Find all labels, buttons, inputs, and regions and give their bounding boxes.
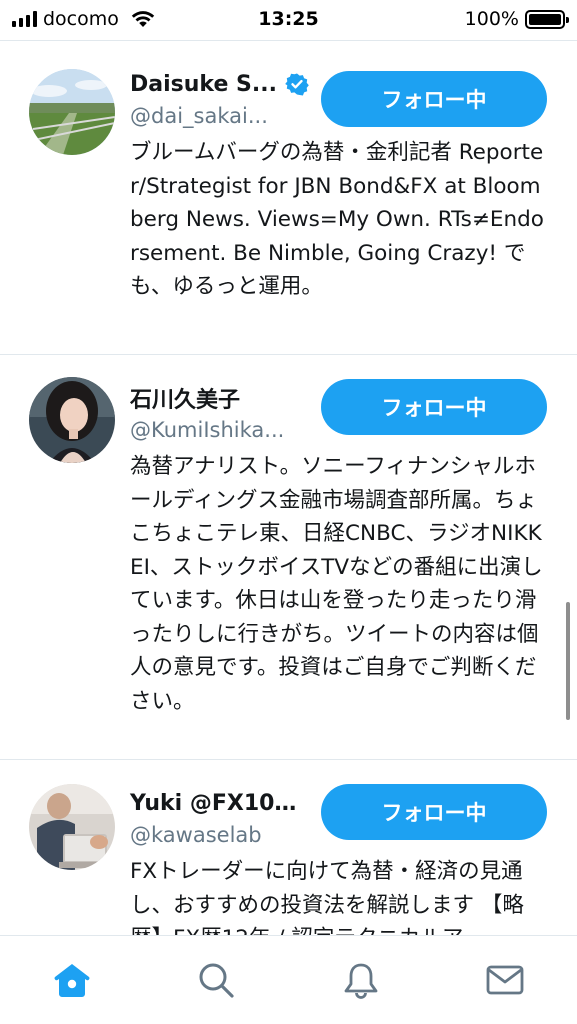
- verified-badge-icon: [285, 73, 309, 96]
- home-icon: [54, 964, 90, 997]
- tab-search[interactable]: [191, 960, 241, 1004]
- following-button[interactable]: フォロー中: [321, 379, 547, 435]
- battery-level: [529, 13, 561, 25]
- avatar[interactable]: [29, 784, 115, 870]
- display-name[interactable]: 石川久美子: [130, 382, 240, 414]
- user-list[interactable]: Daisuke S... @dai_sakai... ブルームバーグの為替・金利…: [0, 41, 577, 935]
- tab-notifications[interactable]: [336, 960, 386, 1004]
- user-bio: 為替アナリスト。ソニーフィナンシャルホールディングス金融市場調査部所属。ちょこち…: [130, 454, 543, 714]
- user-card[interactable]: Yuki @FX10… @kawaselab FXトレーダーに向けて為替・経済の…: [0, 760, 577, 935]
- user-bio: FXトレーダーに向けて為替・経済の見通し、おすすめの投資法を解説します 【略歴】…: [130, 859, 524, 935]
- wifi-icon: [131, 11, 155, 27]
- user-card[interactable]: Daisuke S... @dai_sakai... ブルームバーグの為替・金利…: [0, 41, 577, 355]
- search-icon: [199, 963, 234, 998]
- scroll-indicator[interactable]: [566, 602, 570, 720]
- status-bar: docomo 13:25 100%: [0, 0, 577, 38]
- status-left: docomo: [12, 8, 465, 30]
- avatar[interactable]: [29, 377, 115, 463]
- battery-percentage: 100%: [464, 8, 519, 30]
- notifications-icon: [344, 963, 378, 999]
- display-name[interactable]: Yuki @FX10…: [130, 791, 296, 816]
- display-name[interactable]: Daisuke S...: [130, 72, 277, 97]
- following-button[interactable]: フォロー中: [321, 71, 547, 127]
- user-bio: ブルームバーグの為替・金利記者 Reporter/Strategist for …: [130, 140, 544, 299]
- tab-home[interactable]: [47, 960, 97, 1004]
- user-card[interactable]: 石川久美子 @KumiIshika... 為替アナリスト。ソニーフィナンシャルホ…: [0, 355, 577, 760]
- avatar[interactable]: [29, 69, 115, 155]
- following-button[interactable]: フォロー中: [321, 784, 547, 840]
- signal-strength-icon: [12, 11, 37, 27]
- status-right: 100%: [464, 8, 569, 30]
- tab-messages[interactable]: [480, 960, 530, 1004]
- battery-icon: [525, 9, 569, 29]
- carrier-name: docomo: [43, 8, 119, 30]
- messages-icon: [486, 965, 524, 995]
- tab-bar: [0, 935, 577, 1024]
